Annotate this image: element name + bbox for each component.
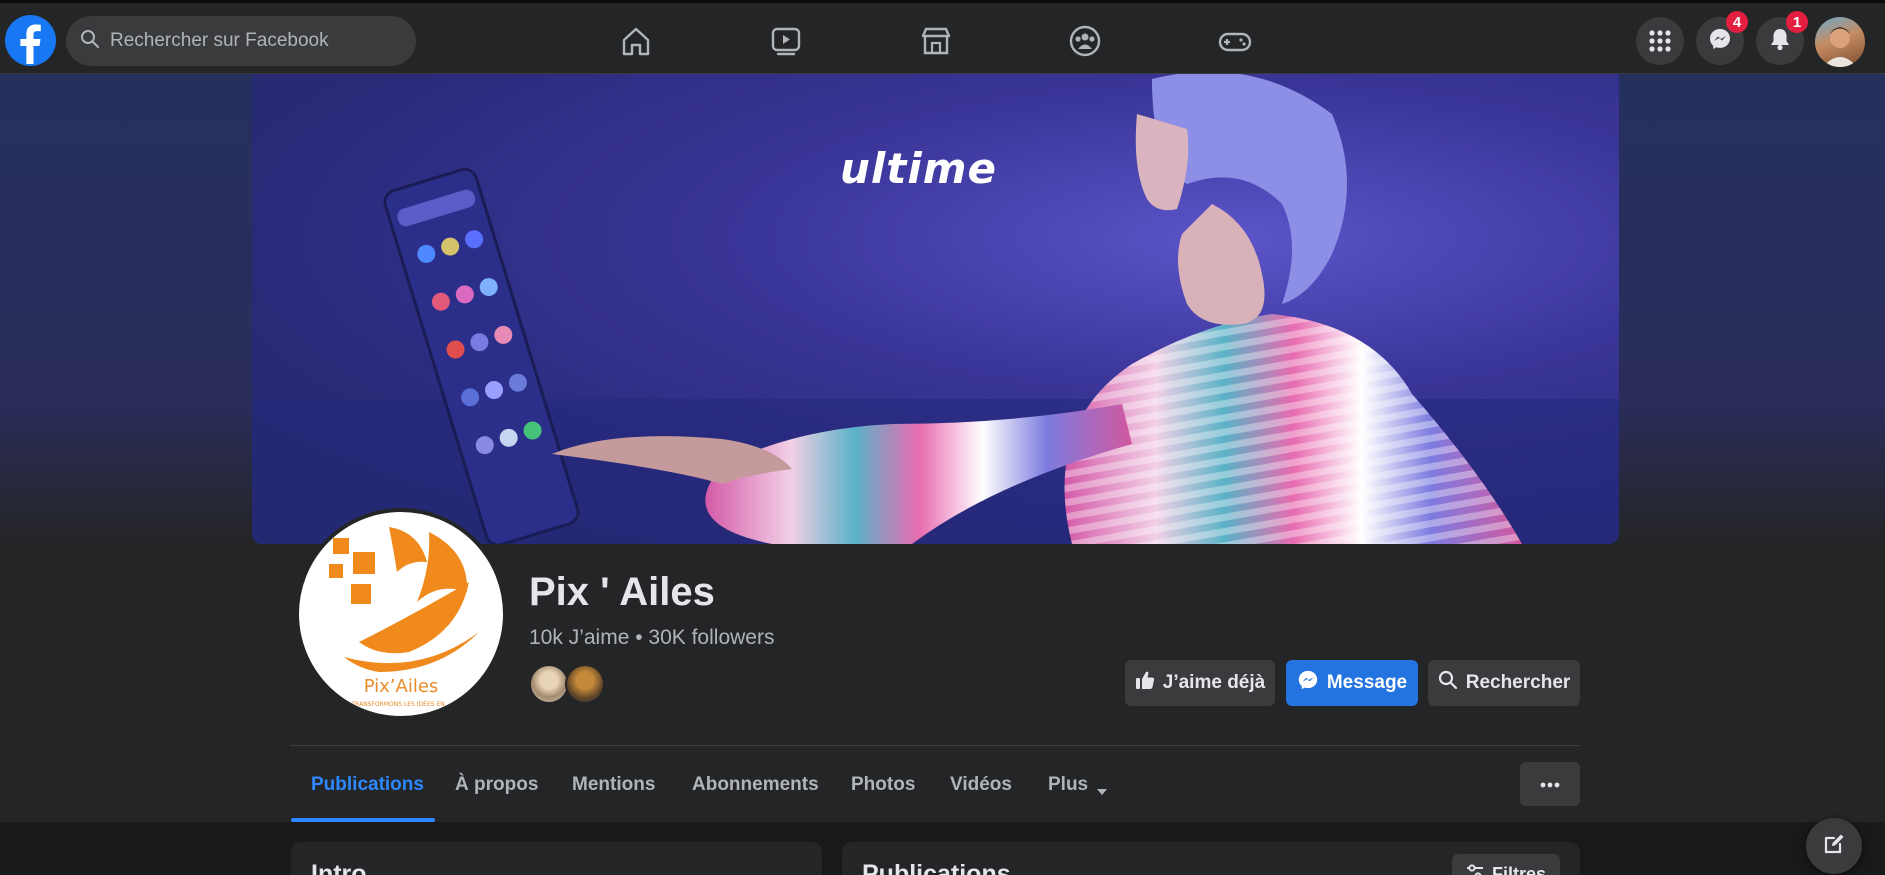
publications-title: Publications [862, 860, 1011, 875]
more-options-button[interactable] [1520, 762, 1580, 806]
message-button-label: Message [1326, 672, 1408, 693]
notifications-badge: 1 [1786, 11, 1808, 33]
publications-card: Publications Filtres [842, 842, 1580, 875]
tab-videos[interactable]: Vidéos [950, 770, 1012, 822]
notifications-button[interactable]: 1 [1756, 11, 1808, 65]
page-title: Pix ' Ailes [529, 570, 715, 614]
account-avatar[interactable] [1815, 17, 1865, 67]
compose-icon [1822, 832, 1846, 861]
facebook-logo-icon[interactable] [5, 15, 56, 66]
watch-icon[interactable] [764, 19, 808, 63]
tab-more[interactable]: Plus [1048, 770, 1108, 822]
search-page-button[interactable]: Rechercher [1428, 660, 1580, 706]
friend-avatar[interactable] [529, 664, 569, 704]
message-button[interactable]: Message [1286, 660, 1418, 706]
liked-button[interactable]: J’aime déjà [1125, 660, 1275, 706]
home-icon[interactable] [614, 19, 658, 63]
search-page-button-label: Rechercher [1465, 672, 1571, 693]
messenger-icon [1708, 27, 1732, 56]
page-stats[interactable]: 10k J’aime • 30K followers [529, 626, 774, 650]
messenger-button[interactable]: 4 [1696, 11, 1748, 65]
tab-more-label: Plus [1048, 774, 1089, 795]
liked-button-label: J’aime déjà [1162, 672, 1266, 693]
search-input[interactable] [110, 30, 400, 52]
cover-overlay-text: ultime [840, 144, 998, 193]
intro-title: Intro [311, 860, 367, 875]
more-horizontal-icon [1540, 775, 1560, 793]
search-bar[interactable] [66, 16, 416, 66]
cover-photo[interactable]: ultime [252, 74, 1619, 544]
tab-photos[interactable]: Photos [851, 770, 915, 822]
filters-button-label: Filtres [1491, 863, 1546, 875]
search-icon [1438, 670, 1458, 696]
gaming-icon[interactable] [1213, 19, 1257, 63]
bell-icon [1769, 27, 1791, 56]
logo-tagline: TRANSFORMONS LES IDÉES EN... [351, 700, 451, 708]
active-tab-indicator [291, 818, 435, 822]
page-profile-picture[interactable]: Pix’Ailes TRANSFORMONS LES IDÉES EN... [295, 508, 507, 720]
marketplace-icon[interactable] [914, 19, 958, 63]
new-message-button[interactable] [1806, 818, 1862, 874]
search-icon [80, 29, 100, 54]
tab-about[interactable]: À propos [455, 770, 538, 822]
tab-subscriptions[interactable]: Abonnements [692, 770, 819, 822]
menu-grid-icon[interactable] [1636, 17, 1684, 65]
filters-button[interactable]: Filtres [1451, 854, 1560, 875]
friend-avatar[interactable] [565, 664, 605, 704]
caret-down-icon [1096, 780, 1108, 802]
intro-card: Intro [291, 842, 822, 875]
tab-publications[interactable]: Publications [311, 770, 424, 822]
logo-wordmark: Pix’Ailes [364, 676, 439, 697]
messenger-icon [1297, 669, 1319, 697]
filter-sliders-icon [1466, 863, 1484, 875]
messenger-badge: 4 [1726, 11, 1748, 33]
tab-mentions[interactable]: Mentions [572, 770, 655, 822]
top-navigation-bar: 4 1 [0, 0, 1885, 74]
friends-who-like[interactable] [529, 664, 605, 704]
thumbs-up-icon [1135, 670, 1155, 696]
groups-icon[interactable] [1063, 19, 1107, 63]
header-divider [290, 745, 1580, 746]
